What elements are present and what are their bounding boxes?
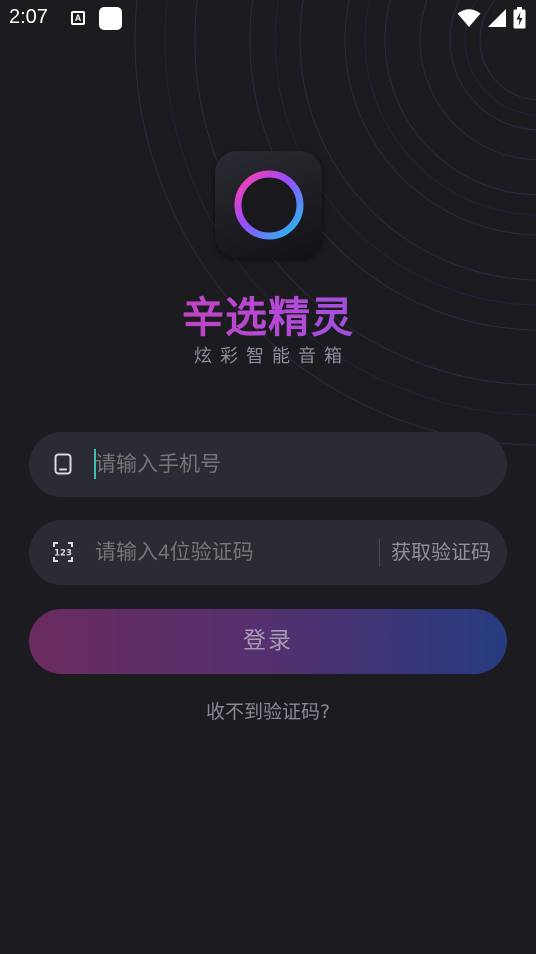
app-logo — [215, 151, 322, 258]
status-icons — [457, 7, 526, 29]
app-subtitle: 炫彩智能音箱 — [194, 346, 350, 367]
login-button[interactable]: 登录 — [29, 609, 507, 674]
status-time: 2:07 — [9, 6, 48, 28]
code-input[interactable] — [95, 520, 365, 585]
phone-input[interactable] — [95, 432, 475, 497]
status-bar: 2:07 A — [0, 0, 536, 36]
phone-field[interactable] — [29, 432, 507, 497]
code-field[interactable]: 123 获取验证码 — [29, 520, 507, 585]
ring-logo-icon — [234, 170, 303, 239]
signal-icon — [488, 9, 506, 27]
numeric-keypad-icon: 123 — [53, 542, 73, 562]
wifi-icon — [457, 9, 481, 27]
battery-charging-icon — [513, 7, 526, 29]
phone-icon — [54, 453, 72, 475]
field-divider — [379, 539, 380, 567]
notification-a-icon: A — [71, 11, 85, 25]
no-code-link[interactable]: 收不到验证码? — [0, 697, 536, 724]
numeric-keypad-icon-text: 123 — [54, 549, 72, 559]
get-code-button[interactable]: 获取验证码 — [391, 520, 491, 585]
notification-app-icon — [99, 7, 122, 30]
app-title: 辛选精灵 — [0, 284, 536, 345]
